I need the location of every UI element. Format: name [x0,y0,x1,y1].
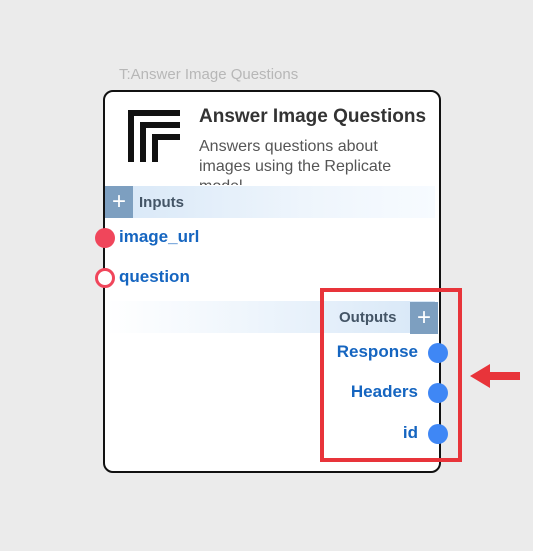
node-title: Answer Image Questions [199,106,427,127]
inputs-section-label: Inputs [139,194,184,211]
input-port-image-url[interactable] [95,228,115,248]
input-port-label-image-url: image_url [119,227,200,246]
input-port-label-question: question [119,267,190,286]
left-arrow-icon [470,364,520,388]
node-description: Answers questions about images using the… [199,138,392,185]
replicate-logo-icon [128,110,180,162]
outputs-highlight-box [320,288,462,462]
node-caption: T:Answer Image Questions [119,66,299,83]
input-port-question[interactable] [95,268,115,288]
add-input-button[interactable]: + [105,186,133,218]
